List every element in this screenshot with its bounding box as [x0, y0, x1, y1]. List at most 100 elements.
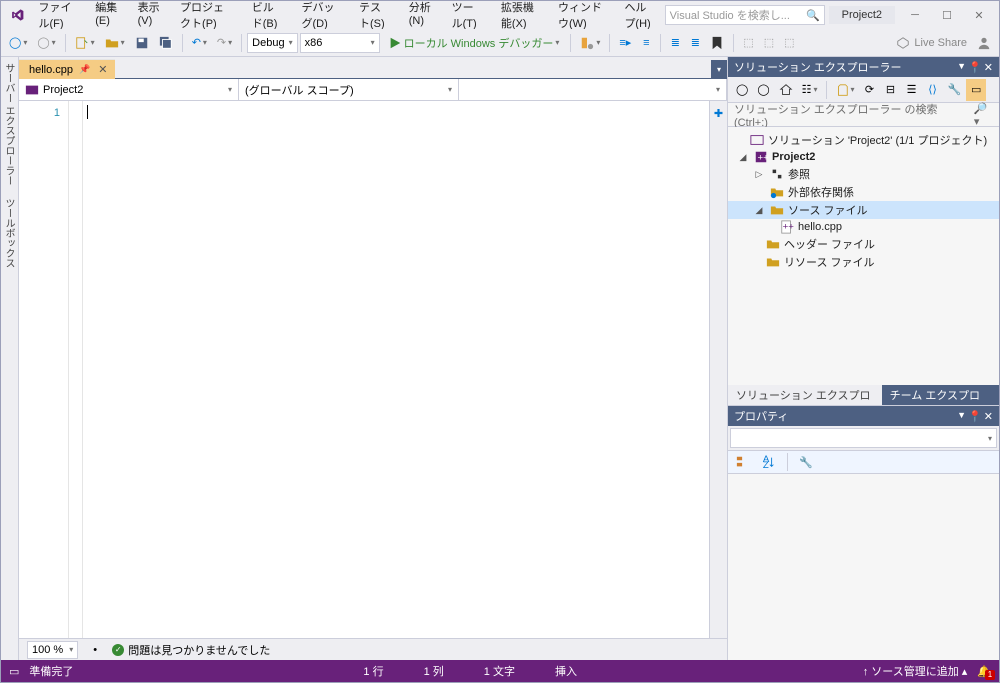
panel-pin-icon[interactable]: 📍	[968, 410, 982, 423]
properties-header[interactable]: プロパティ ▼ 📍 ✕	[728, 406, 999, 426]
se-properties-button[interactable]: ⟨⟩	[923, 79, 943, 101]
props-categorize-button[interactable]	[732, 451, 754, 473]
account-button[interactable]	[973, 32, 995, 54]
panel-dropdown-icon[interactable]: ▼	[957, 410, 966, 423]
status-ins: 挿入	[555, 663, 577, 679]
nav-project-combo[interactable]: Project2 ▾	[19, 79, 239, 100]
expand-icon[interactable]: ▷	[752, 169, 766, 180]
project-name-tag[interactable]: Project2	[829, 6, 895, 24]
panel-close-icon[interactable]: ✕	[984, 61, 993, 74]
pin-icon[interactable]: 📌	[79, 64, 90, 75]
file-tab-hello[interactable]: hello.cpp 📌 ✕	[19, 59, 115, 79]
tree-resource-files[interactable]: リソース ファイル	[728, 253, 999, 271]
notifications-button[interactable]: 🔔	[977, 665, 991, 678]
problems-status[interactable]: ✓ 問題は見つかりませんでした	[112, 642, 270, 658]
quick-search-input[interactable]: Visual Studio を検索し... 🔍	[665, 5, 825, 25]
nav-scope-combo[interactable]: (グローバル スコープ) ▾	[239, 79, 459, 100]
tb-btn-a[interactable]: ⬚	[739, 32, 757, 54]
tree-source-files[interactable]: ◢ ソース ファイル	[728, 201, 999, 219]
references-icon	[770, 167, 784, 181]
properties-object-dropdown[interactable]: ▾	[730, 428, 997, 448]
status-chars: 1 文字	[484, 663, 515, 679]
se-active-button[interactable]: ▭	[966, 79, 986, 101]
panel-pin-icon[interactable]: 📍	[968, 61, 982, 74]
status-monitor-icon[interactable]: ▭	[9, 665, 19, 678]
expand-icon[interactable]: ◢	[752, 205, 766, 216]
tb-outdent-button[interactable]: ≡	[637, 32, 655, 54]
tree-external-deps[interactable]: 外部依存関係	[728, 183, 999, 201]
tb-btn-b[interactable]: ⬚	[760, 32, 778, 54]
tree-solution[interactable]: ソリューション 'Project2' (1/1 プロジェクト)	[728, 131, 999, 149]
se-home-button[interactable]	[775, 79, 797, 101]
save-button[interactable]	[131, 32, 153, 54]
tab-team-explorer[interactable]: チーム エクスプローラー	[882, 385, 999, 405]
window-close-button[interactable]: ✕	[963, 4, 995, 26]
tb-btn-1[interactable]: ▾	[576, 32, 604, 54]
svg-text:++: ++	[758, 153, 769, 164]
tab-solution-explorer[interactable]: ソリューション エクスプローラー	[728, 385, 882, 405]
solution-explorer-search[interactable]: ソリューション エクスプローラー の検索 (Ctrl+:) 🔎▾	[728, 103, 999, 127]
properties-toolbar: AZ 🔧	[728, 450, 999, 474]
panel-close-icon[interactable]: ✕	[984, 410, 993, 423]
search-placeholder: Visual Studio を検索し...	[670, 7, 790, 23]
tree-references[interactable]: ▷ 参照	[728, 165, 999, 183]
tabs-overflow[interactable]: ▾	[711, 60, 727, 78]
properties-panel: プロパティ ▼ 📍 ✕ ▾ AZ 🔧	[728, 405, 999, 660]
close-tab-button[interactable]: ✕	[96, 63, 109, 76]
se-refresh-button[interactable]: ⟳	[860, 79, 880, 101]
start-debug-button[interactable]: ローカル Windows デバッガー▾	[382, 33, 566, 53]
redo-button[interactable]: ↷▾	[213, 32, 236, 54]
se-switch-button[interactable]: ☷▾	[798, 79, 822, 101]
toolbox-tab[interactable]: ツールボックス	[1, 192, 18, 274]
props-events-button[interactable]: 🔧	[795, 451, 817, 473]
props-alpha-button[interactable]: AZ	[758, 451, 780, 473]
folder-ext-icon	[770, 185, 784, 199]
tree-hello-cpp[interactable]: ++ hello.cpp	[728, 219, 999, 235]
undo-button[interactable]: ↶▾	[188, 32, 211, 54]
se-preview-button[interactable]: 🔧	[944, 79, 966, 101]
properties-title: プロパティ	[734, 408, 788, 424]
new-file-button[interactable]: ▾	[71, 32, 99, 54]
tb-btn-c[interactable]: ⬚	[780, 32, 798, 54]
source-control-button[interactable]: ↑ ソース管理に追加 ▴	[863, 663, 968, 679]
open-file-button[interactable]: ▾	[101, 32, 129, 54]
splitter-icon[interactable]: ✚	[710, 101, 727, 120]
code-text-area[interactable]	[83, 101, 709, 638]
live-share-button[interactable]: Live Share	[896, 36, 967, 50]
tb-indent-button[interactable]: ≡▸	[615, 32, 635, 54]
save-all-button[interactable]	[155, 32, 177, 54]
scroll-preview[interactable]: ✚	[709, 101, 727, 638]
footer-btn[interactable]: •	[86, 639, 104, 661]
zoom-dropdown[interactable]: 100 %▾	[27, 641, 78, 659]
svg-text:Z: Z	[763, 460, 769, 469]
se-search-submit-icon[interactable]: 🔎▾	[974, 102, 993, 128]
expand-icon[interactable]: ◢	[736, 152, 750, 163]
tb-comment-button[interactable]: ≣	[666, 32, 684, 54]
status-col: 1 列	[424, 663, 444, 679]
properties-body	[728, 474, 999, 660]
se-sync-button[interactable]: ▾	[831, 79, 859, 101]
solution-platform-dropdown[interactable]: x86▾	[300, 33, 380, 53]
se-back-button[interactable]: ◯	[732, 79, 752, 101]
panel-dropdown-icon[interactable]: ▼	[957, 61, 966, 74]
main-toolbar: ◯▾ ◯▾ ▾ ▾ ↶▾ ↷▾ Debug▾ x86▾ ローカル Windows…	[1, 29, 999, 57]
se-collapse-button[interactable]: ⊟	[881, 79, 901, 101]
nav-back-button[interactable]: ◯▾	[5, 32, 31, 54]
code-editor[interactable]: 1 ✚	[19, 101, 727, 638]
nav-forward-button[interactable]: ◯▾	[33, 32, 59, 54]
se-fwd-button[interactable]: ◯	[753, 79, 773, 101]
live-share-icon	[896, 36, 910, 50]
server-explorer-tab[interactable]: サーバー エクスプローラー	[1, 57, 18, 192]
solution-config-dropdown[interactable]: Debug▾	[247, 33, 297, 53]
tb-bookmark-button[interactable]	[706, 32, 728, 54]
tb-uncomment-button[interactable]: ≣	[686, 32, 704, 54]
window-minimize-button[interactable]: ─	[899, 4, 931, 26]
status-ready: 準備完了	[29, 663, 73, 679]
nav-member-combo[interactable]: ▾	[459, 79, 727, 100]
solution-explorer-header[interactable]: ソリューション エクスプローラー ▼ 📍 ✕	[728, 57, 999, 77]
tree-header-files[interactable]: ヘッダー ファイル	[728, 235, 999, 253]
window-maximize-button[interactable]: ☐	[931, 4, 963, 26]
solution-explorer-toolbar: ◯ ◯ ☷▾ ▾ ⟳ ⊟ ☰ ⟨⟩ 🔧 ▭	[728, 77, 999, 103]
tree-project[interactable]: ◢ ++ Project2	[728, 149, 999, 165]
se-showall-button[interactable]: ☰	[902, 79, 922, 101]
